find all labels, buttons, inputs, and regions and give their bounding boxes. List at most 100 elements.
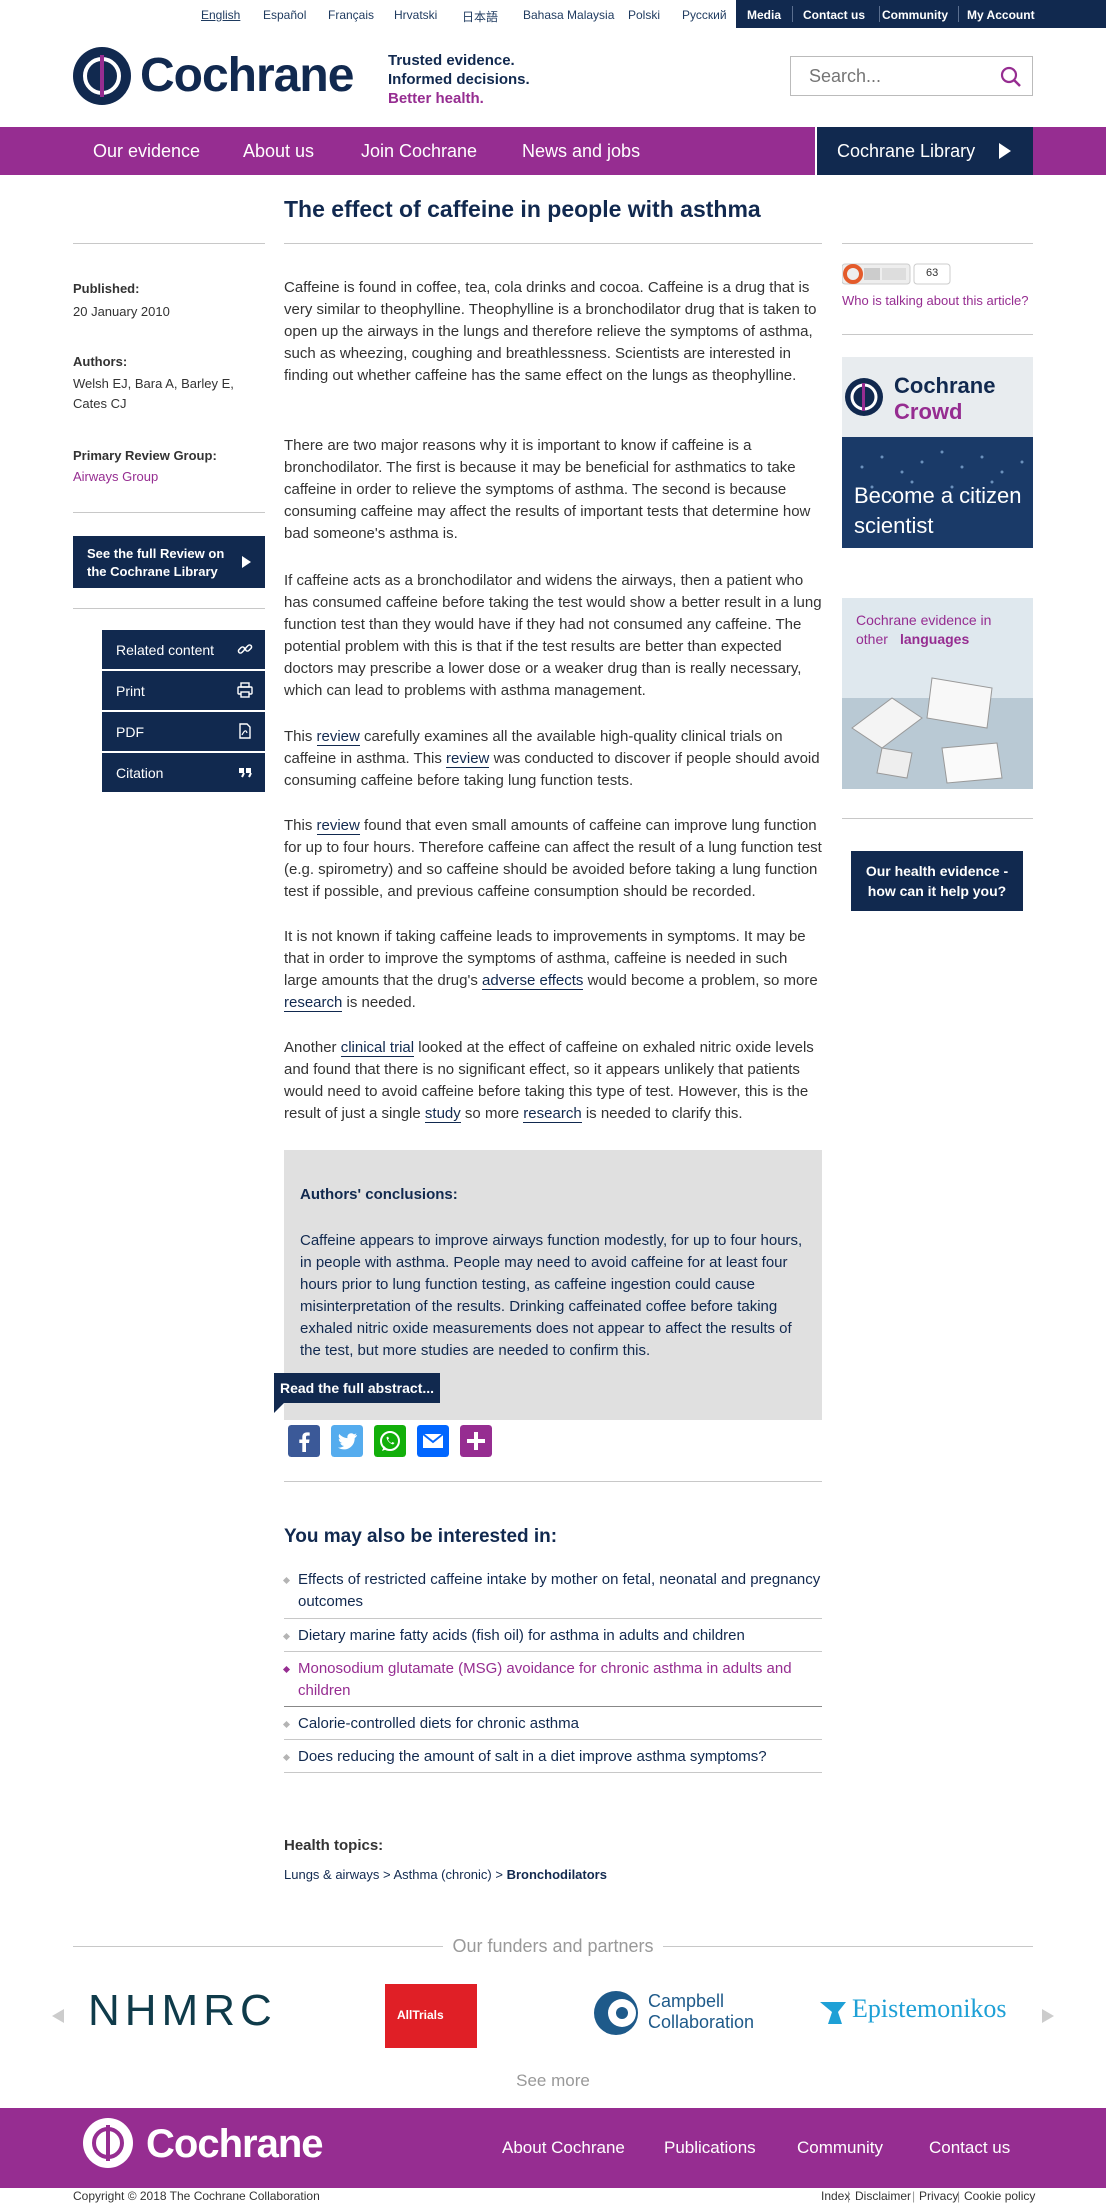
- divider: [842, 243, 1033, 244]
- review-group-link[interactable]: Airways Group: [73, 469, 158, 484]
- read-full-abstract-label: Read the full abstract...: [280, 1380, 435, 1396]
- citation-button[interactable]: Citation: [102, 753, 265, 792]
- lang-japanese[interactable]: 日本語: [462, 8, 498, 25]
- disclaimer-link[interactable]: Disclaimer: [855, 2189, 911, 2203]
- related-article-link[interactable]: Calorie-controlled diets for chronic ast…: [282, 1713, 822, 1735]
- nhmrc-logo[interactable]: NHMRC: [88, 1986, 277, 2036]
- carousel-next-icon[interactable]: [1042, 2009, 1054, 2023]
- cochrane-library-button[interactable]: Cochrane Library: [815, 127, 1033, 175]
- related-article-link[interactable]: Effects of restricted caffeine intake by…: [282, 1569, 822, 1613]
- lang-espanol[interactable]: Español: [263, 8, 306, 22]
- cochrane-logo-icon[interactable]: [73, 47, 131, 105]
- bullet-icon: [282, 1665, 291, 1674]
- related-article-link[interactable]: Dietary marine fatty acids (fish oil) fo…: [282, 1625, 822, 1647]
- footer: Cochrane About Cochrane Publications Com…: [0, 2108, 1106, 2188]
- adverse-effects-link[interactable]: adverse effects: [481, 972, 584, 990]
- footer-contact-link[interactable]: Contact us: [929, 2138, 1010, 2158]
- nav-our-evidence[interactable]: Our evidence: [93, 141, 200, 162]
- lang-hrvatski[interactable]: Hrvatski: [394, 8, 437, 22]
- altmetric-badge[interactable]: 63: [841, 263, 952, 290]
- topic-bronchodilators-link[interactable]: Bronchodilators: [507, 1867, 607, 1882]
- clinical-trial-link[interactable]: clinical trial: [340, 1039, 415, 1057]
- altmetric-link[interactable]: Who is talking about this article?: [842, 293, 1028, 308]
- my-account-link[interactable]: My Account: [967, 8, 1035, 22]
- paragraph-3: If caffeine acts as a bronchodilator and…: [284, 572, 822, 699]
- divider: [284, 243, 822, 244]
- topic-lungs-link[interactable]: Lungs & airways: [284, 1867, 379, 1882]
- divider: [73, 512, 265, 513]
- tagline-2: Informed decisions.: [388, 71, 530, 88]
- crowd-cta: Become a citizen scientist: [854, 483, 1022, 538]
- whatsapp-icon[interactable]: [374, 1425, 406, 1457]
- epistemonikos-logo[interactable]: Epistemonikos: [852, 1994, 1007, 2024]
- topic-asthma-link[interactable]: Asthma (chronic): [394, 1867, 492, 1882]
- footer-logo-icon[interactable]: [83, 2118, 133, 2168]
- divider: [284, 1772, 822, 1773]
- article-tools-menu: Related content Print PDF Citation: [102, 630, 265, 794]
- legal-divider: |: [957, 2189, 961, 2203]
- lang-polski[interactable]: Polski: [628, 8, 660, 22]
- lang-english[interactable]: English: [201, 8, 240, 22]
- study-link[interactable]: study: [424, 1105, 461, 1123]
- link-icon: [237, 644, 253, 654]
- index-link[interactable]: Index: [821, 2189, 850, 2203]
- facebook-icon[interactable]: [288, 1425, 320, 1457]
- full-review-button[interactable]: See the full Review on the Cochrane Libr…: [73, 536, 265, 588]
- altmetric-score: 63: [926, 267, 939, 279]
- print-label: Print: [116, 683, 145, 699]
- divider: [842, 334, 1033, 335]
- cochrane-crowd-banner[interactable]: Cochrane Crowd Become a citizen scientis…: [842, 357, 1033, 548]
- utility-divider: [958, 6, 959, 22]
- bullet-icon: [282, 1632, 291, 1641]
- research-link[interactable]: research: [523, 1105, 582, 1123]
- divider: [663, 1946, 1033, 1947]
- share-more-icon[interactable]: [460, 1425, 492, 1457]
- utility-divider: [792, 6, 793, 22]
- printer-icon: [237, 682, 253, 698]
- related-article-link[interactable]: Monosodium glutamate (MSG) avoidance for…: [282, 1658, 822, 1702]
- footer-community-link[interactable]: Community: [797, 2138, 883, 2158]
- search-input[interactable]: [791, 57, 991, 95]
- contact-us-link[interactable]: Contact us: [803, 8, 865, 22]
- email-icon[interactable]: [417, 1425, 449, 1457]
- alltrials-logo[interactable]: AllTrials: [385, 1984, 477, 2048]
- our-health-evidence-button[interactable]: Our health evidence - how can it help yo…: [851, 851, 1023, 911]
- nav-news-jobs[interactable]: News and jobs: [522, 141, 640, 162]
- languages-title-3: languages: [900, 631, 970, 647]
- cookie-policy-link[interactable]: Cookie policy: [964, 2189, 1035, 2203]
- see-more-link[interactable]: See more: [0, 2071, 1106, 2091]
- footer-publications-link[interactable]: Publications: [664, 2138, 756, 2158]
- lang-francais[interactable]: Français: [328, 8, 374, 22]
- campbell-logo[interactable]: Campbell Collaboration: [648, 1991, 768, 2033]
- search-icon[interactable]: [1000, 66, 1022, 88]
- review-link[interactable]: review: [316, 728, 360, 746]
- bullet-icon: [282, 1753, 291, 1762]
- related-content-button[interactable]: Related content: [102, 630, 265, 669]
- divider: [284, 1706, 822, 1707]
- footer-logo-text[interactable]: Cochrane: [146, 2122, 323, 2167]
- nav-join-cochrane[interactable]: Join Cochrane: [361, 141, 477, 162]
- nav-about-us[interactable]: About us: [243, 141, 314, 162]
- community-link[interactable]: Community: [882, 8, 948, 22]
- research-link[interactable]: research: [284, 994, 343, 1012]
- related-article-link[interactable]: Does reducing the amount of salt in a di…: [282, 1746, 822, 1768]
- lang-russian[interactable]: Русский: [682, 8, 727, 22]
- media-link[interactable]: Media: [747, 8, 781, 22]
- twitter-icon[interactable]: [331, 1425, 363, 1457]
- cochrane-logo-text[interactable]: Cochrane: [140, 48, 354, 103]
- privacy-link[interactable]: Privacy: [919, 2189, 958, 2203]
- pdf-label: PDF: [116, 724, 144, 740]
- page-title: The effect of caffeine in people with as…: [284, 196, 761, 222]
- crowd-title-1: Cochrane: [894, 373, 996, 398]
- footer-about-link[interactable]: About Cochrane: [502, 2138, 625, 2158]
- print-button[interactable]: Print: [102, 671, 265, 710]
- review-link[interactable]: review: [316, 817, 360, 835]
- read-full-abstract-button[interactable]: Read the full abstract...: [274, 1373, 440, 1413]
- other-languages-banner[interactable]: Cochrane evidence in other languages: [842, 598, 1033, 789]
- lang-malay[interactable]: Bahasa Malaysia: [523, 8, 614, 22]
- pdf-button[interactable]: PDF: [102, 712, 265, 751]
- review-link[interactable]: review: [446, 750, 490, 768]
- divider: [73, 243, 265, 244]
- carousel-prev-icon[interactable]: [52, 2009, 64, 2023]
- divider: [73, 608, 265, 609]
